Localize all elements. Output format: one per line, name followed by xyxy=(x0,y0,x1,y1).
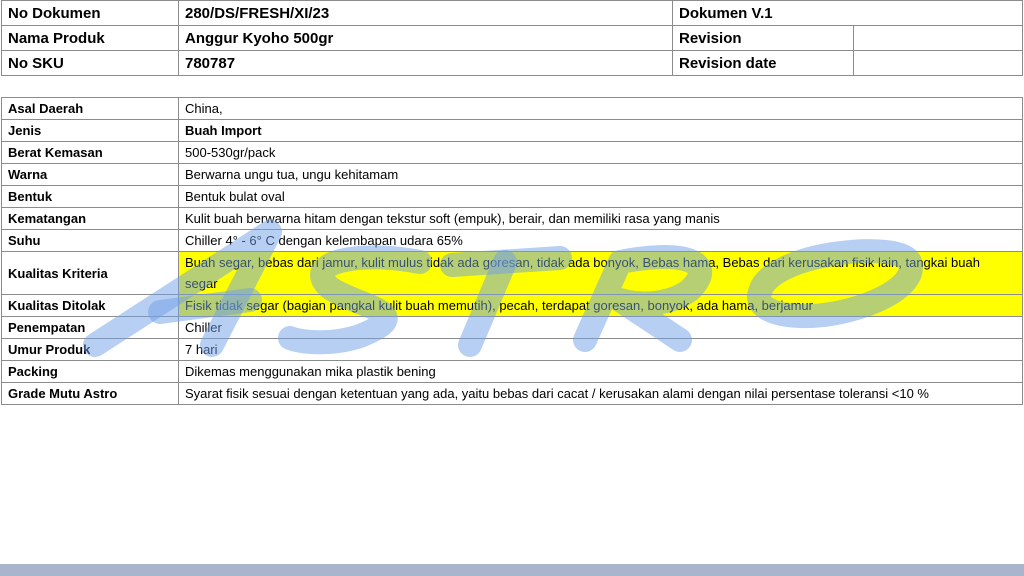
spec-row-placement: Penempatan Chiller xyxy=(1,316,1023,339)
revision-date-value xyxy=(853,50,1023,76)
spec-value-origin: China, xyxy=(178,97,1023,120)
spec-label-color: Warna xyxy=(1,163,179,186)
revision-date-label: Revision date xyxy=(672,50,854,76)
spec-value-color: Berwarna ungu tua, ungu kehitamam xyxy=(178,163,1023,186)
spec-label-placement: Penempatan xyxy=(1,316,179,339)
spec-label-origin: Asal Daerah xyxy=(1,97,179,120)
spec-value-packing: Dikemas menggunakan mika plastik bening xyxy=(178,360,1023,383)
spec-value-shelf-life: 7 hari xyxy=(178,338,1023,361)
spec-value-temperature: Chiller 4° - 6° C dengan kelembapan udar… xyxy=(178,229,1023,252)
product-value: Anggur Kyoho 500gr xyxy=(178,25,673,51)
spec-label-type: Jenis xyxy=(1,119,179,142)
spec-label-temperature: Suhu xyxy=(1,229,179,252)
spec-row-color: Warna Berwarna ungu tua, ungu kehitamam xyxy=(1,163,1023,186)
doc-version: Dokumen V.1 xyxy=(672,0,1023,26)
spec-value-quality-criteria: Buah segar, bebas dari jamur, kulit mulu… xyxy=(178,251,1023,295)
spec-label-ripeness: Kematangan xyxy=(1,207,179,230)
spec-label-shape: Bentuk xyxy=(1,185,179,208)
spec-label-grade: Grade Mutu Astro xyxy=(1,382,179,405)
revision-label: Revision xyxy=(672,25,854,51)
spec-value-placement: Chiller xyxy=(178,316,1023,339)
spec-row-temperature: Suhu Chiller 4° - 6° C dengan kelembapan… xyxy=(1,229,1023,252)
spec-value-type: Buah Import xyxy=(178,119,1023,142)
spec-value-grade: Syarat fisik sesuai dengan ketentuan yan… xyxy=(178,382,1023,405)
spec-value-quality-rejected: Fisik tidak segar (bagian pangkal kulit … xyxy=(178,294,1023,317)
spec-label-quality-rejected: Kualitas Ditolak xyxy=(1,294,179,317)
spec-row-weight: Berat Kemasan 500-530gr/pack xyxy=(1,141,1023,164)
spec-value-shape: Bentuk bulat oval xyxy=(178,185,1023,208)
document-header-table: No Dokumen 280/DS/FRESH/XI/23 Dokumen V.… xyxy=(1,0,1023,76)
spec-row-origin: Asal Daerah China, xyxy=(1,97,1023,120)
spec-label-quality-criteria: Kualitas Kriteria xyxy=(1,251,179,295)
spec-row-shape: Bentuk Bentuk bulat oval xyxy=(1,185,1023,208)
spec-row-ripeness: Kematangan Kulit buah berwarna hitam den… xyxy=(1,207,1023,230)
spec-row-quality-criteria: Kualitas Kriteria Buah segar, bebas dari… xyxy=(1,251,1023,295)
header-row-sku: No SKU 780787 Revision date xyxy=(1,50,1023,76)
sku-label: No SKU xyxy=(1,50,179,76)
product-spec-table: Asal Daerah China, Jenis Buah Import Ber… xyxy=(1,97,1023,405)
spec-value-weight: 500-530gr/pack xyxy=(178,141,1023,164)
product-label: Nama Produk xyxy=(1,25,179,51)
header-row-product: Nama Produk Anggur Kyoho 500gr Revision xyxy=(1,25,1023,51)
spec-row-grade: Grade Mutu Astro Syarat fisik sesuai den… xyxy=(1,382,1023,405)
spec-row-type: Jenis Buah Import xyxy=(1,119,1023,142)
header-row-doc-no: No Dokumen 280/DS/FRESH/XI/23 Dokumen V.… xyxy=(1,0,1023,26)
sku-value: 780787 xyxy=(178,50,673,76)
doc-no-value: 280/DS/FRESH/XI/23 xyxy=(178,0,673,26)
spec-value-ripeness: Kulit buah berwarna hitam dengan tekstur… xyxy=(178,207,1023,230)
spec-label-weight: Berat Kemasan xyxy=(1,141,179,164)
spec-row-quality-rejected: Kualitas Ditolak Fisik tidak segar (bagi… xyxy=(1,294,1023,317)
spec-row-shelf-life: Umur Produk 7 hari xyxy=(1,338,1023,361)
footer-band xyxy=(0,564,1024,576)
spec-label-shelf-life: Umur Produk xyxy=(1,338,179,361)
spec-label-packing: Packing xyxy=(1,360,179,383)
doc-no-label: No Dokumen xyxy=(1,0,179,26)
spec-row-packing: Packing Dikemas menggunakan mika plastik… xyxy=(1,360,1023,383)
revision-value xyxy=(853,25,1023,51)
